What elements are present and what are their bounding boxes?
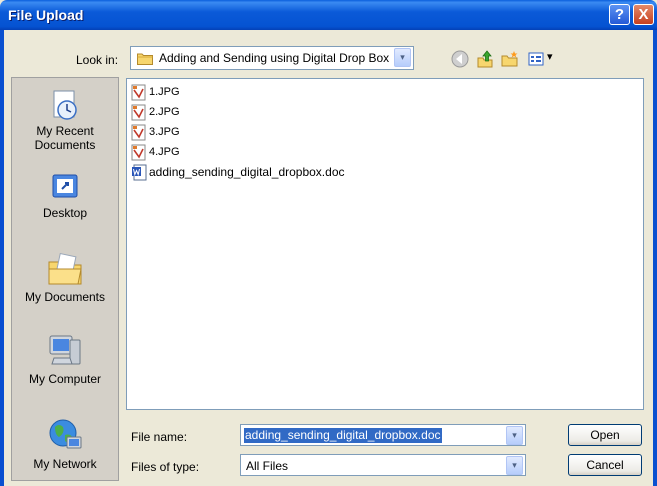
my-documents-icon [48, 252, 82, 285]
jpg-file-icon [131, 84, 146, 100]
create-new-folder-icon[interactable] [500, 49, 520, 69]
place-label-line2: Documents [34, 138, 96, 152]
word-document-icon [132, 164, 147, 180]
look-in-value: Adding and Sending using Digital Drop Bo… [159, 51, 390, 65]
window-frame-left [0, 30, 4, 486]
list-item[interactable]: adding_sending_digital_dropbox.doc [131, 163, 345, 181]
place-label: My Documents [24, 290, 106, 304]
list-item[interactable]: 3.JPG [131, 123, 180, 141]
file-name: 4.JPG [149, 146, 180, 158]
my-network-icon [49, 419, 82, 449]
jpg-file-icon [131, 104, 146, 120]
my-recent-documents-icon [53, 90, 77, 120]
file-upload-dialog: File Upload ? X Look in: Adding and Send… [0, 0, 657, 486]
open-button[interactable]: Open [568, 424, 642, 446]
list-item[interactable]: 1.JPG [131, 83, 180, 101]
file-name: 1.JPG [149, 86, 180, 98]
files-of-type-dropdown-button[interactable]: ▾ [506, 456, 523, 475]
file-name: 3.JPG [149, 126, 180, 138]
my-computer-icon [49, 335, 81, 365]
files-of-type-value: All Files [246, 459, 289, 473]
file-list[interactable]: 1.JPG 2.JPG 3.JPG 4.JPG adding_sending_d… [126, 78, 644, 410]
view-menu-arrow[interactable]: ▾ [547, 50, 553, 63]
file-name: adding_sending_digital_dropbox.doc [149, 165, 345, 179]
list-item[interactable]: 2.JPG [131, 103, 180, 121]
jpg-file-icon [131, 144, 146, 160]
cancel-button[interactable]: Cancel [568, 454, 642, 476]
look-in-label: Look in: [76, 53, 119, 67]
look-in-dropdown-button[interactable]: ▾ [394, 48, 411, 67]
back-icon[interactable] [450, 49, 470, 69]
up-one-level-icon[interactable] [475, 49, 495, 69]
desktop-icon [52, 174, 78, 198]
window-frame-right [653, 30, 657, 486]
place-label: My Network [33, 457, 97, 471]
file-name-label: File name: [131, 430, 188, 444]
view-menu-icon[interactable] [527, 49, 547, 69]
folder-icon [137, 53, 153, 65]
place-my-recent-documents[interactable]: My Recent Documents [12, 88, 118, 152]
file-name-dropdown-button[interactable]: ▾ [506, 426, 523, 445]
window-title: File Upload [8, 7, 84, 23]
place-my-computer[interactable]: My Computer [12, 332, 118, 386]
place-my-documents[interactable]: My Documents [12, 250, 118, 304]
title-bar[interactable]: File Upload ? X [0, 0, 657, 30]
files-of-type-label: Files of type: [131, 460, 200, 474]
file-name: 2.JPG [149, 106, 180, 118]
look-in-combobox[interactable]: Adding and Sending using Digital Drop Bo… [130, 46, 414, 70]
place-label: Desktop [42, 206, 88, 220]
file-name-value: adding_sending_digital_dropbox.doc [244, 428, 442, 443]
help-button[interactable]: ? [609, 4, 630, 25]
close-button[interactable]: X [633, 4, 654, 25]
place-my-network[interactable]: My Network [12, 415, 118, 471]
list-item[interactable]: 4.JPG [131, 143, 180, 161]
place-label: My Computer [28, 372, 102, 386]
places-bar: My Recent Documents Desktop My Documents [11, 77, 119, 481]
jpg-file-icon [131, 124, 146, 140]
place-label-line1: My Recent [36, 124, 94, 138]
files-of-type-select[interactable]: All Files ▾ [240, 454, 526, 476]
file-name-field[interactable]: adding_sending_digital_dropbox.doc ▾ [240, 424, 526, 446]
place-desktop[interactable]: Desktop [12, 170, 118, 220]
